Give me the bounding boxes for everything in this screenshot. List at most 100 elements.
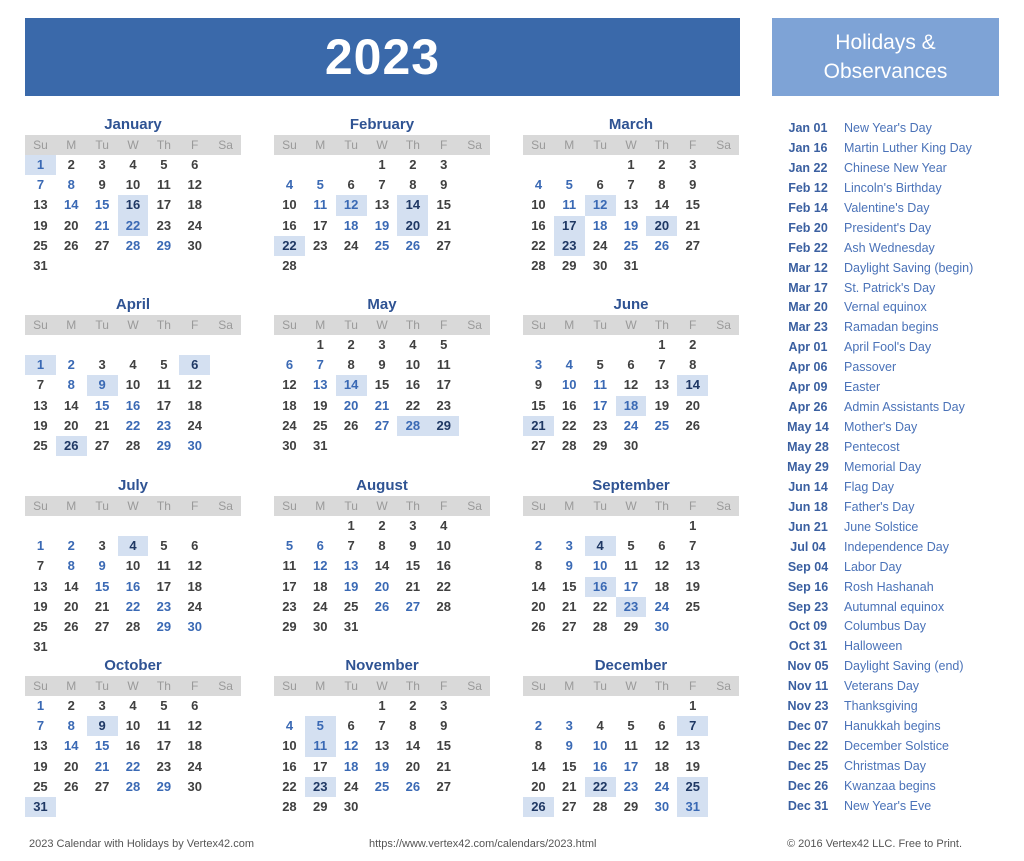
day-cell: 16 — [125, 578, 141, 594]
day-cell: 3 — [409, 518, 417, 533]
empty-cell — [367, 256, 398, 276]
empty-cell — [554, 696, 585, 716]
day-cell: 25 — [685, 598, 700, 614]
weekday-header: Sa — [218, 679, 233, 693]
holiday-name: Mother's Day — [844, 420, 918, 435]
day-cell: 28 — [592, 618, 608, 634]
weekday-header: Su — [531, 138, 546, 152]
day-cell: 13 — [623, 197, 639, 213]
holiday-item: Jul 04 Independence Day — [772, 537, 1012, 557]
holiday-date: Mar 23 — [788, 320, 828, 335]
day-cell: 19 — [313, 397, 328, 413]
day-cell: 30 — [187, 437, 202, 453]
empty-cell — [336, 436, 367, 456]
day-cell: 22 — [125, 758, 141, 774]
day-cell: 9 — [565, 738, 573, 754]
holiday-day-cell: 31 — [677, 796, 709, 818]
weekday-header-row: Su M Tu W Th F Sa — [25, 496, 241, 516]
day-cell: 2 — [658, 157, 666, 172]
weekday-header: Tu — [593, 318, 607, 332]
holiday-day-cell: 4 — [584, 536, 616, 557]
day-cell: 2 — [67, 538, 75, 554]
footer-url[interactable]: https://www.vertex42.com/calendars/2023.… — [369, 836, 596, 852]
holiday-name: Hanukkah begins — [844, 719, 941, 734]
day-cell: 4 — [129, 698, 137, 713]
empty-cell — [336, 155, 367, 175]
day-cell: 21 — [405, 578, 421, 594]
holiday-date: Dec 26 — [787, 778, 829, 793]
day-cell: 13 — [313, 377, 328, 393]
empty-cell — [646, 456, 677, 476]
weekday-header: Th — [654, 499, 669, 513]
day-cell: 22 — [282, 778, 297, 794]
holiday-day-cell: 22 — [117, 215, 149, 236]
empty-cell — [87, 256, 118, 276]
weekday-header: M — [564, 318, 575, 332]
weekday-header: W — [127, 679, 139, 693]
day-cell: 9 — [98, 558, 106, 574]
day-cell: 4 — [440, 518, 448, 533]
day-cell: 28 — [282, 798, 297, 814]
weekday-header: W — [127, 138, 139, 152]
holiday-name: Passover — [844, 360, 897, 375]
empty-cell — [585, 456, 616, 476]
empty-cell — [56, 456, 87, 476]
holiday-day-cell: 4 — [117, 536, 149, 557]
weekday-header: W — [376, 138, 388, 152]
weekday-header-row: Su M Tu W Th F Sa — [25, 315, 241, 335]
day-cell: 9 — [689, 177, 697, 193]
holiday-day-cell: 20 — [397, 215, 429, 236]
day-cell: 20 — [64, 758, 79, 774]
day-cell: 10 — [562, 377, 577, 393]
empty-cell — [148, 817, 179, 837]
holiday-name: Admin Assistants Day — [844, 400, 965, 415]
weekday-header: Tu — [344, 138, 358, 152]
holiday-day-cell: 25 — [677, 776, 709, 797]
day-cell: 24 — [343, 778, 359, 794]
day-cell: 13 — [33, 197, 48, 213]
day-cell: 5 — [440, 337, 448, 352]
day-cell: 2 — [67, 357, 75, 373]
weekday-header: F — [440, 318, 448, 332]
weekday-header: Th — [156, 499, 171, 513]
weekday-header: Sa — [467, 499, 482, 513]
weekday-header-row: Su M Tu W Th F Sa — [523, 315, 739, 335]
weekday-header: Sa — [467, 138, 482, 152]
day-cell: 21 — [436, 217, 451, 233]
day-cell: 22 — [531, 237, 546, 253]
day-cell: 23 — [282, 598, 297, 614]
empty-cell — [523, 516, 554, 536]
weekday-header-row: Su M Tu W Th F Sa — [274, 676, 490, 696]
day-cell: 6 — [191, 157, 199, 172]
day-cell: 29 — [313, 798, 328, 814]
weekday-header: Su — [33, 138, 48, 152]
holiday-date: Nov 11 — [787, 679, 829, 694]
day-cell: 1 — [689, 518, 697, 533]
day-cell: 25 — [33, 618, 48, 634]
day-cell: 14 — [64, 397, 79, 413]
month-november: November Su M Tu W Th F Sa 1 2 3 4 5 6 7 8 9 10 11 12 13 14 15… — [274, 655, 490, 837]
day-cell: 10 — [531, 197, 546, 213]
empty-cell — [428, 797, 459, 817]
day-cell: 20 — [64, 598, 79, 614]
weekday-header: W — [376, 499, 388, 513]
empty-cell — [677, 436, 708, 456]
holiday-item: Nov 05 Daylight Saving (end) — [772, 656, 1012, 676]
day-cell: 14 — [531, 758, 546, 774]
holiday-item: Feb 20 President's Day — [772, 218, 1012, 238]
day-cell: 11 — [156, 718, 171, 734]
day-cell: 23 — [313, 237, 328, 253]
day-cell: 29 — [623, 798, 639, 814]
day-cell: 18 — [187, 197, 202, 213]
empty-cell — [87, 817, 118, 837]
weekday-header: Th — [156, 679, 171, 693]
empty-cell — [25, 456, 56, 476]
weekday-header: W — [625, 318, 637, 332]
day-cell: 5 — [160, 538, 168, 554]
holiday-item: Nov 11 Veterans Day — [772, 676, 1012, 696]
holiday-date: Dec 31 — [787, 798, 829, 813]
day-cell: 8 — [378, 538, 386, 554]
weekday-header: M — [66, 138, 77, 152]
day-cell: 17 — [592, 397, 608, 413]
empty-cell — [523, 817, 554, 837]
